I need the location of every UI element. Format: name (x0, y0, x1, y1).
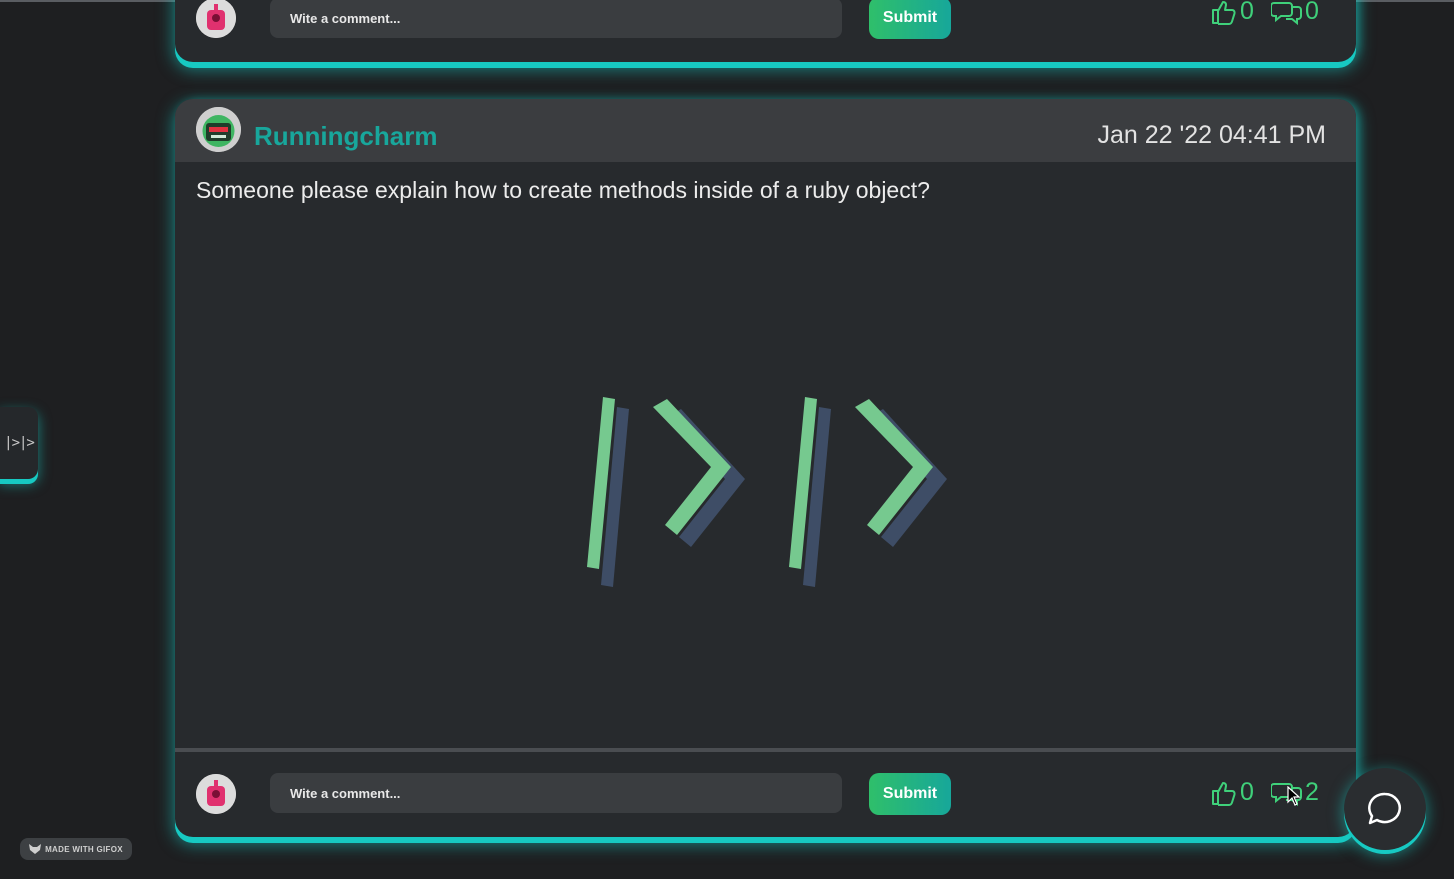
comment-count: 0 (1305, 0, 1319, 25)
like-counter[interactable]: 0 (1210, 0, 1254, 26)
chat-bubble-icon (1368, 792, 1401, 825)
chat-button[interactable] (1344, 768, 1426, 850)
fox-logo-icon (29, 844, 42, 854)
post-image (587, 397, 947, 587)
post-header: Runningcharm Jan 22 '22 04:41 PM (175, 99, 1356, 162)
like-counter[interactable]: 0 (1210, 778, 1254, 807)
mouse-cursor-icon (1287, 786, 1301, 806)
post-body: Someone please explain how to create met… (196, 177, 930, 203)
thumbs-up-icon (1212, 781, 1236, 806)
comment-input[interactable] (270, 0, 842, 38)
robot-avatar-icon (196, 774, 236, 814)
author-name[interactable]: Runningcharm (254, 121, 437, 152)
author-avatar[interactable] (196, 107, 241, 152)
comment-counter[interactable]: 0 (1271, 0, 1319, 26)
comments-icon (1271, 1, 1302, 25)
watermark-label: MADE WITH GIFOX (45, 844, 123, 854)
comment-input[interactable] (270, 773, 842, 813)
like-count: 0 (1240, 778, 1254, 806)
gifox-watermark: MADE WITH GIFOX (20, 838, 132, 860)
robot-avatar-icon (196, 0, 236, 38)
current-user-avatar (196, 774, 236, 814)
post-divider (175, 748, 1356, 752)
submit-button[interactable]: Submit (869, 773, 951, 815)
post-date: Jan 22 '22 04:41 PM (1097, 121, 1326, 149)
submit-button[interactable]: Submit (869, 0, 951, 39)
sidebar-toggle-tab[interactable]: |>|> (0, 407, 38, 479)
previous-post-card: Submit 0 0 (175, 0, 1356, 62)
thumbs-up-icon (1212, 0, 1236, 25)
sidebar-toggle-label: |>|> (4, 435, 35, 451)
post-card: Runningcharm Jan 22 '22 04:41 PM Someone… (175, 99, 1356, 837)
comment-row: Submit 0 2 (175, 773, 1356, 833)
current-user-avatar (196, 0, 236, 38)
robot-avatar-icon (196, 107, 241, 152)
logo-slash-chevron-icon (587, 397, 947, 587)
like-count: 0 (1240, 0, 1254, 25)
comment-count: 2 (1305, 778, 1319, 806)
comment-row: Submit 0 0 (175, 0, 1356, 60)
